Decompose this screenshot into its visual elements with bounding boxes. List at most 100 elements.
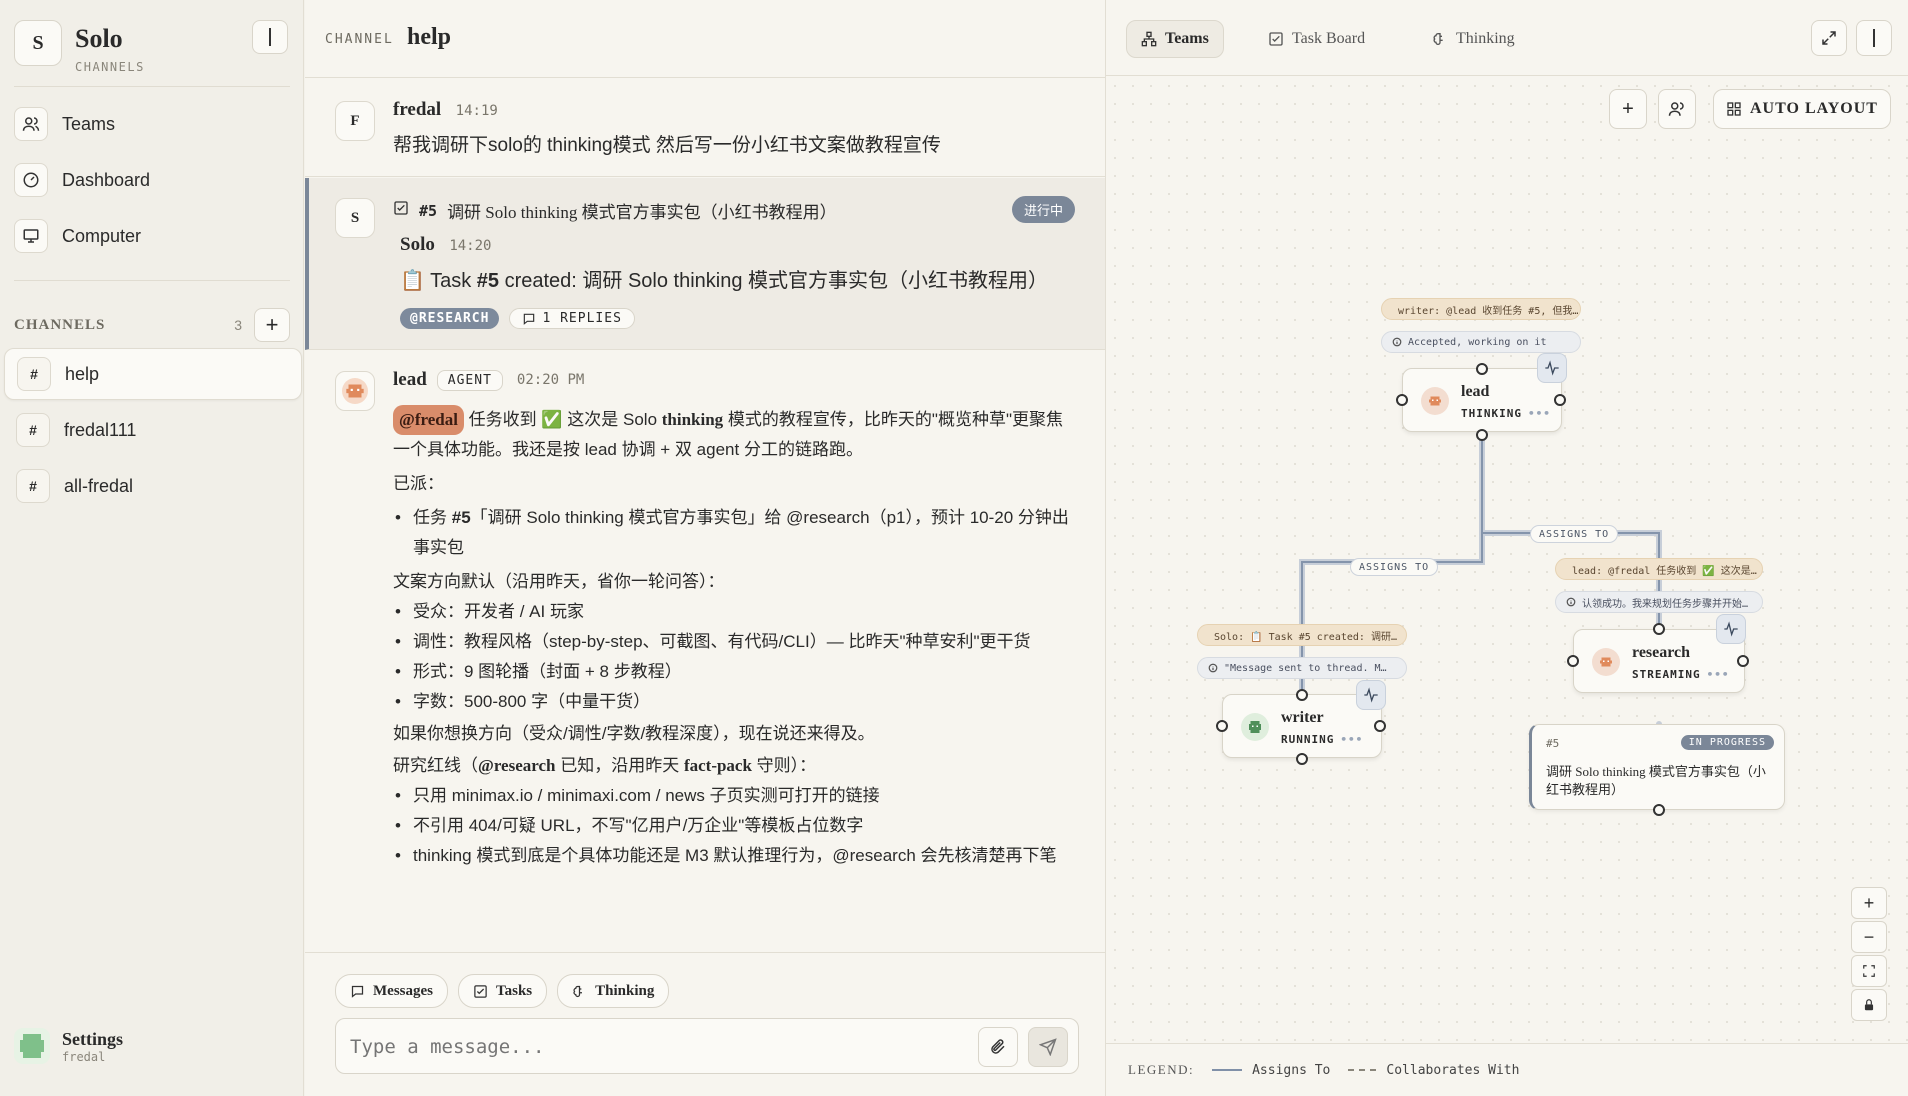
tab-thinking-panel[interactable]: Thinking: [1418, 20, 1529, 58]
divider: [14, 280, 290, 281]
agent-status: THINKING •••: [1461, 407, 1551, 420]
message-item: F fredal 14:19 帮我调研下solo的 thinking模式 然后写…: [305, 79, 1105, 177]
channel-item-fredal111[interactable]: # fredal111: [4, 404, 302, 456]
paperclip-icon: [991, 1039, 1005, 1054]
replies-button[interactable]: 1 REPLIES: [509, 308, 635, 329]
lock-button[interactable]: [1851, 989, 1887, 1021]
composer-mode-tabs: Messages Tasks Thinking: [335, 974, 670, 1008]
channel-item-all-fredal[interactable]: # all-fredal: [4, 460, 302, 512]
node-handle[interactable]: [1653, 623, 1665, 635]
attach-button[interactable]: [978, 1027, 1018, 1067]
node-handle[interactable]: [1396, 394, 1408, 406]
channel-label: help: [65, 363, 100, 384]
agent-name: research: [1632, 644, 1691, 661]
message-bubble[interactable]: Solo: 📋 Task #5 created: 调研…: [1197, 624, 1407, 646]
activity-icon[interactable]: [1356, 680, 1386, 710]
list-item: 只用 minimax.io / minimaxi.com / news 子页实测…: [393, 781, 1073, 811]
sidebar-item-dashboard[interactable]: Dashboard: [14, 158, 290, 202]
fit-view-button[interactable]: [1851, 955, 1887, 987]
expand-button[interactable]: [1811, 20, 1847, 56]
node-handle[interactable]: [1296, 689, 1308, 701]
agent-avatar: [1592, 648, 1620, 676]
message-bubble[interactable]: writer: @lead 收到任务 #5, 但我…: [1381, 298, 1581, 320]
comment-icon: [351, 985, 364, 998]
sidebar-item-label: Dashboard: [62, 169, 151, 190]
gauge-icon: [14, 163, 48, 197]
collapse-sidebar-button[interactable]: [252, 20, 288, 54]
zoom-out-button[interactable]: −: [1851, 921, 1887, 953]
tab-messages[interactable]: Messages: [335, 974, 448, 1008]
tab-teams[interactable]: Teams: [1126, 20, 1224, 58]
status-bubble[interactable]: Accepted, working on it: [1381, 331, 1581, 353]
task-id: #5: [1546, 737, 1560, 750]
task-card[interactable]: #5 IN PROGRESS 调研 Solo thinking 模式官方事实包（…: [1529, 724, 1785, 810]
activity-icon[interactable]: [1716, 614, 1746, 644]
node-handle[interactable]: [1296, 753, 1308, 765]
mention[interactable]: @fredal: [393, 405, 464, 435]
list-item: 调性：教程风格（step-by-step、可截图、有代码/CLI）— 比昨天"种…: [393, 627, 1073, 657]
channels-header: CHANNELS 3 +: [14, 308, 290, 342]
status-badge: IN PROGRESS: [1680, 735, 1774, 750]
node-handle[interactable]: [1653, 804, 1665, 816]
channel-item-help[interactable]: # help: [4, 348, 302, 400]
legend: LEGEND: Assigns To Collaborates With: [1106, 1043, 1908, 1096]
list-item: 受众：开发者 / AI 玩家: [393, 597, 1073, 627]
node-handle[interactable]: [1216, 720, 1228, 732]
sidebar-item-computer[interactable]: Computer: [14, 214, 290, 258]
task-title[interactable]: 调研 Solo thinking 模式官方事实包（小红书教程用）: [447, 198, 837, 223]
tab-tasks[interactable]: Tasks: [458, 974, 548, 1008]
list-item: thinking 模式到底是个具体功能还是 M3 默认推理行为，@researc…: [393, 841, 1073, 871]
message-time: 02:20 PM: [516, 372, 585, 388]
status-bubble[interactable]: "Message sent to thread. M…: [1197, 657, 1407, 679]
tab-task-board[interactable]: Task Board: [1254, 20, 1379, 58]
message-time: 14:19: [455, 103, 498, 119]
agent-name: writer: [1281, 709, 1324, 726]
node-handle[interactable]: [1567, 655, 1579, 667]
message-input[interactable]: [350, 1031, 950, 1063]
collapse-panel-button[interactable]: [1856, 20, 1892, 56]
channels-count: 3: [234, 317, 242, 333]
message-author[interactable]: Solo: [400, 234, 435, 255]
status-badge: 进行中: [1011, 196, 1075, 223]
info-icon: [1208, 663, 1218, 673]
brain-icon: [1433, 33, 1443, 45]
message-author[interactable]: lead: [393, 369, 427, 391]
zoom-controls: + −: [1851, 887, 1887, 1023]
message-bubble[interactable]: lead: @fredal 任务收到 ✅ 这次是…: [1555, 558, 1763, 580]
sidebar-item-label: Teams: [62, 113, 116, 134]
sidebar-item-teams[interactable]: Teams: [14, 102, 290, 146]
channel-kind-label: CHANNEL: [325, 32, 394, 47]
dashed-line-icon: [1348, 1069, 1377, 1071]
node-handle[interactable]: [1554, 394, 1566, 406]
dispatched-heading: 已派：: [393, 474, 444, 493]
task-message[interactable]: S #5 调研 Solo thinking 模式官方事实包（小红书教程用） 进行…: [305, 178, 1105, 350]
status-bubble[interactable]: 认领成功。我来规划任务步骤并开始…: [1555, 591, 1763, 613]
message-body: @fredal 任务收到 ✅ 这次是 Solo thinking 模式的教程宣传…: [393, 405, 1073, 871]
hash-icon: #: [16, 469, 50, 503]
team-graph-canvas[interactable]: + AUTO LAYOUT ASSIGNS TO ASSIGNS TO writ…: [1106, 77, 1908, 1043]
send-button[interactable]: [1028, 1027, 1068, 1067]
add-channel-button[interactable]: +: [254, 308, 290, 342]
message-author[interactable]: fredal: [393, 99, 441, 120]
zoom-in-button[interactable]: +: [1851, 887, 1887, 919]
tab-thinking[interactable]: Thinking: [557, 974, 670, 1008]
channel-panel: CHANNEL help F fredal 14:19 帮我调研下solo的 t…: [305, 0, 1105, 1096]
message-text: 📋 Task #5 created: 调研 Solo thinking 模式官方…: [400, 270, 1049, 292]
agent-tag[interactable]: @RESEARCH: [400, 308, 500, 329]
avatar: F: [335, 101, 375, 141]
hash-icon: #: [16, 413, 50, 447]
node-handle[interactable]: [1737, 655, 1749, 667]
node-handle[interactable]: [1476, 363, 1488, 375]
change-note: 如果你想换方向（受众/调性/字数/教程深度），现在说还来得及。: [393, 724, 875, 743]
message-item: lead AGENT 02:20 PM @fredal 任务收到 ✅ 这次是 S…: [305, 351, 1105, 951]
list-item: 形式：9 图轮播（封面 + 8 步教程）: [393, 657, 1073, 687]
node-handle[interactable]: [1476, 429, 1488, 441]
graph-edges: [1299, 432, 1662, 745]
hash-icon: #: [17, 357, 51, 391]
settings-button[interactable]: Settings fredal: [14, 1028, 123, 1064]
collapse-icon: [1873, 29, 1875, 47]
node-handle[interactable]: [1374, 720, 1386, 732]
activity-icon[interactable]: [1537, 353, 1567, 383]
list-item: 任务 #5「调研 Solo thinking 模式官方事实包」给 @resear…: [393, 503, 1073, 563]
app-logo[interactable]: S: [14, 20, 62, 66]
